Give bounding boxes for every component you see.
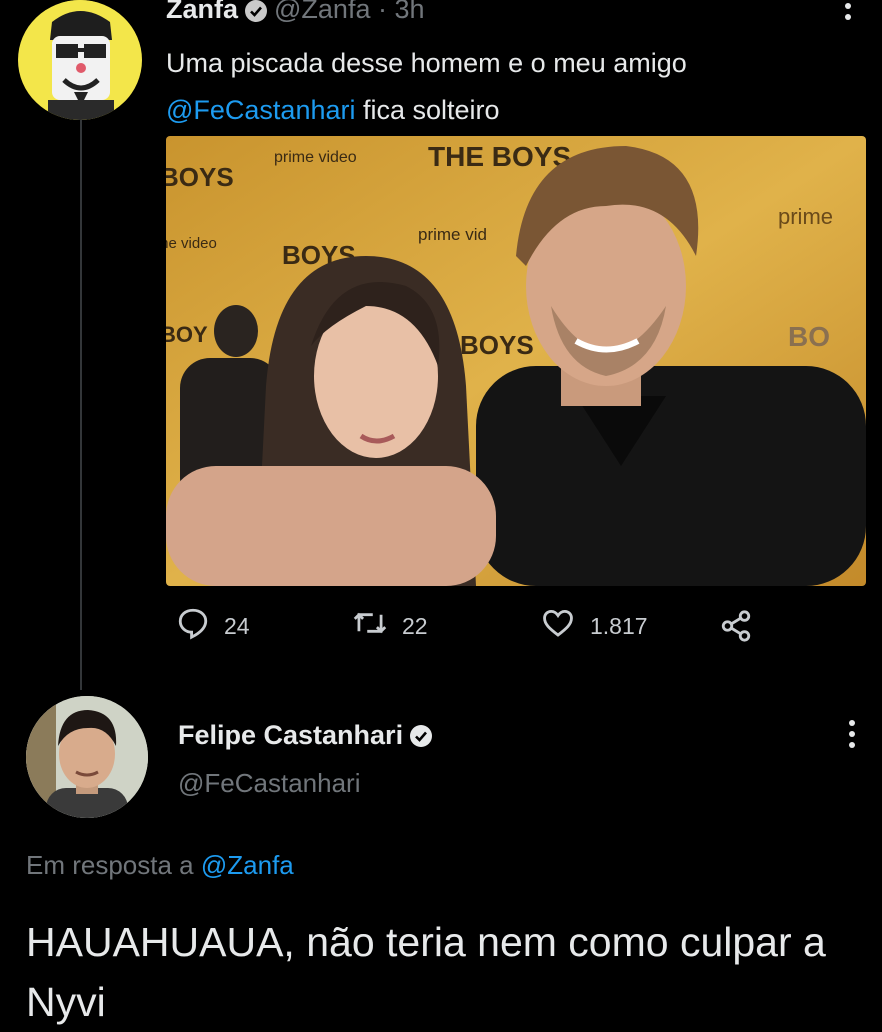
svg-text:me video: me video [166, 235, 217, 252]
thread-connector-line [80, 120, 82, 690]
tweet2-text: HAUAHUAUA, não teria nem como culpar a N… [26, 919, 826, 1025]
svg-text:prime vid: prime vid [418, 225, 487, 244]
more-options-icon[interactable] [842, 0, 854, 25]
tweet1-header: Zanfa @Zanfa · 3h [166, 0, 425, 25]
backdrop-logo-the-boys: THE BOYS [428, 141, 571, 172]
svg-text:BO: BO [788, 321, 830, 352]
tweet1-photo[interactable]: BOYS prime video THE BOYS prime me video… [166, 136, 866, 586]
tweet2-header: Felipe Castanhari [178, 720, 439, 751]
reply-count: 24 [224, 612, 250, 639]
like-count: 1.817 [590, 612, 648, 639]
tweet1-action-bar: 24 22 1.817 [176, 606, 766, 646]
reply-prefix: Em resposta a [26, 850, 194, 880]
tweet1-handle[interactable]: @Zanfa [274, 0, 370, 24]
like-icon [540, 606, 590, 646]
share-icon[interactable] [718, 606, 768, 646]
reply-context: Em resposta a @Zanfa [26, 850, 294, 881]
more-options-icon[interactable] [848, 720, 856, 753]
backdrop-logo-prime-right: prime [778, 204, 833, 229]
like-action[interactable]: 1.817 [540, 606, 648, 646]
backdrop-logo-boys: BOYS [166, 162, 234, 192]
avatar-zanfa[interactable] [18, 0, 142, 120]
verified-badge-icon [409, 724, 433, 748]
retweet-action[interactable]: 22 [352, 606, 428, 646]
avatar-felipe-castanhari[interactable] [26, 696, 148, 818]
svg-text:BOYS: BOYS [460, 330, 534, 360]
reply-action[interactable]: 24 [176, 606, 250, 646]
reply-icon [176, 606, 224, 646]
retweet-count: 22 [402, 612, 428, 639]
backdrop-logo-prime: prime video [274, 149, 357, 166]
tweet1-text-after: fica solteiro [355, 95, 500, 125]
tweet1-time[interactable]: · 3h [378, 0, 425, 24]
tweet1-mention-link[interactable]: @FeCastanhari [166, 95, 356, 125]
tweet1-text-before: Uma piscada desse homem e o meu amigo [166, 48, 687, 78]
reply-to-link[interactable]: @Zanfa [201, 850, 294, 880]
tweet2-handle[interactable]: @FeCastanhari [178, 768, 360, 799]
verified-badge-icon [244, 0, 268, 23]
retweet-icon [352, 606, 402, 646]
tweet1-text: Uma piscada desse homem e o meu amigo @F… [166, 40, 846, 134]
tweet1-display-name[interactable]: Zanfa [166, 0, 238, 24]
svg-text:BOY: BOY [166, 322, 208, 347]
tweet2-display-name[interactable]: Felipe Castanhari [178, 720, 403, 751]
